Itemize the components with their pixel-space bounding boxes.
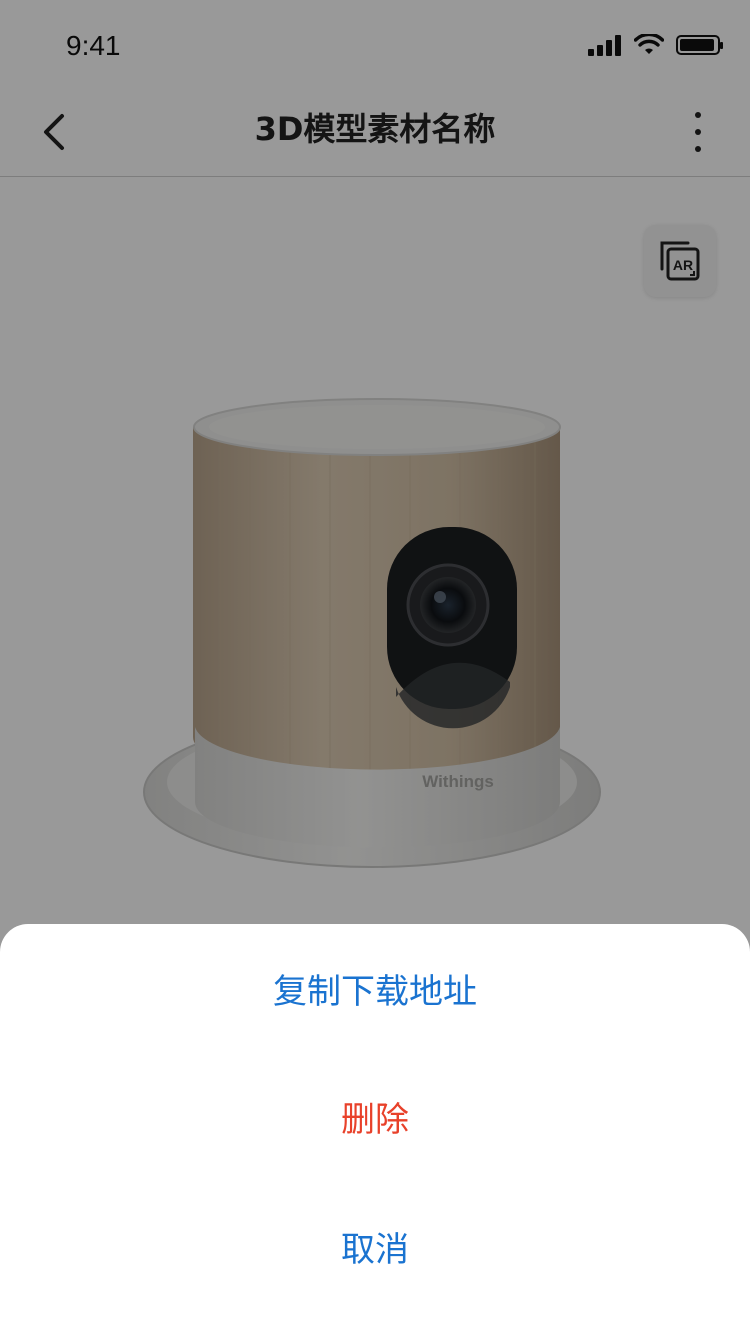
delete-button[interactable]: 删除 [0, 1056, 750, 1176]
action-sheet: 复制下载地址 删除 取消 [0, 924, 750, 1334]
screen: 9:41 3D模型素材名称 AR Withings 复制下载地址 删除 取消 [0, 0, 750, 1334]
copy-download-url-button[interactable]: 复制下载地址 [0, 928, 750, 1048]
cancel-button[interactable]: 取消 [0, 1186, 750, 1306]
